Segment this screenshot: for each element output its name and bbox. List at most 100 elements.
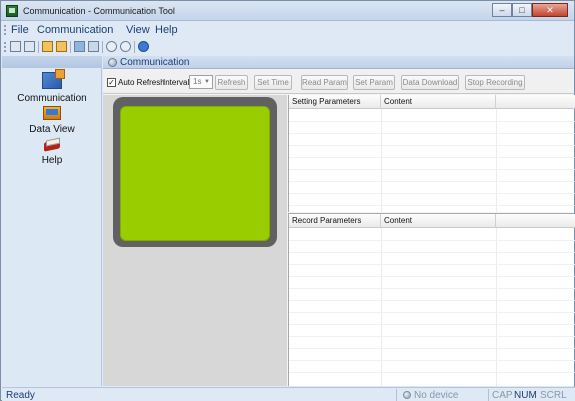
table-header: Setting Parameters Content bbox=[289, 95, 575, 109]
save-all-icon[interactable] bbox=[24, 41, 35, 52]
interval-select[interactable]: 1s ▼ bbox=[189, 75, 213, 89]
menubar-grip[interactable] bbox=[4, 25, 6, 35]
menu-bar: File Communication View Help bbox=[1, 22, 574, 38]
panel-status-icon bbox=[108, 58, 117, 67]
menu-communication[interactable]: Communication bbox=[37, 24, 113, 36]
toolbar-separator bbox=[38, 41, 39, 53]
menu-file[interactable]: File bbox=[11, 24, 29, 36]
table-row bbox=[289, 300, 575, 301]
stop-icon[interactable] bbox=[106, 41, 117, 52]
toolbar-grip[interactable] bbox=[4, 42, 6, 52]
save-icon[interactable] bbox=[10, 41, 21, 52]
minimize-button[interactable]: – bbox=[492, 3, 512, 17]
table-row bbox=[289, 312, 575, 313]
device-preview-pane bbox=[103, 95, 287, 386]
set-param-button[interactable]: Set Param bbox=[353, 75, 395, 90]
device-status-icon bbox=[403, 391, 411, 399]
table-row bbox=[289, 252, 575, 253]
communication-icon bbox=[42, 69, 65, 89]
data-download-button[interactable]: Data Download bbox=[401, 75, 459, 90]
toolbar-separator bbox=[134, 41, 135, 53]
table-row bbox=[289, 240, 575, 241]
sidebar-item-data-view[interactable]: Data View bbox=[2, 106, 102, 135]
read-param-button[interactable]: Read Param bbox=[301, 75, 348, 90]
status-separator bbox=[396, 389, 397, 401]
main-panel: Communication ✓ Auto Refresh Interval: 1… bbox=[103, 56, 575, 386]
close-button[interactable]: ✕ bbox=[532, 3, 568, 17]
table-row bbox=[289, 193, 575, 194]
sidebar-header bbox=[2, 56, 102, 68]
table-row bbox=[289, 372, 575, 373]
status-separator bbox=[488, 389, 489, 401]
status-bar: Ready No device CAP NUM SCRL bbox=[2, 387, 575, 401]
column-header-empty[interactable] bbox=[496, 214, 575, 228]
table-row bbox=[289, 348, 575, 349]
about-icon[interactable] bbox=[138, 41, 149, 52]
sidebar-item-help[interactable]: Help bbox=[2, 139, 102, 166]
sidebar-item-label: Help bbox=[41, 155, 63, 166]
chevron-down-icon: ▼ bbox=[204, 79, 210, 85]
table-row bbox=[289, 121, 575, 122]
status-device: No device bbox=[414, 390, 459, 401]
sidebar-item-label: Data View bbox=[29, 124, 75, 135]
record-parameters-table: Record Parameters Content bbox=[288, 213, 575, 386]
toolbar bbox=[1, 39, 574, 55]
table-row bbox=[289, 288, 575, 289]
maximize-button[interactable]: □ bbox=[512, 3, 532, 17]
data-view-icon bbox=[43, 106, 61, 120]
column-header-empty[interactable] bbox=[496, 95, 575, 109]
stop-recording-button[interactable]: Stop Recording bbox=[465, 75, 525, 90]
column-header-record-parameters[interactable]: Record Parameters bbox=[289, 214, 381, 228]
menu-view[interactable]: View bbox=[126, 24, 150, 36]
status-num-lock: NUM bbox=[514, 390, 537, 401]
copy-icon[interactable] bbox=[88, 41, 99, 52]
open-folder-icon[interactable] bbox=[42, 41, 53, 52]
setting-parameters-table: Setting Parameters Content bbox=[288, 95, 575, 212]
window-controls: – □ ✕ bbox=[492, 3, 568, 17]
table-row bbox=[289, 157, 575, 158]
sidebar-item-communication[interactable]: Communication bbox=[2, 69, 102, 104]
interval-value: 1s bbox=[193, 77, 202, 86]
column-divider bbox=[381, 109, 382, 212]
column-header-setting-parameters[interactable]: Setting Parameters bbox=[289, 95, 381, 109]
table-header: Record Parameters Content bbox=[289, 214, 575, 228]
panel-header: Communication bbox=[103, 56, 574, 69]
toolbar-separator bbox=[70, 41, 71, 53]
column-header-content[interactable]: Content bbox=[381, 214, 496, 228]
status-ready: Ready bbox=[6, 390, 35, 401]
help-book-icon bbox=[43, 139, 61, 151]
folder-icon[interactable] bbox=[56, 41, 67, 52]
device-screen-frame bbox=[113, 97, 277, 247]
refresh-icon[interactable] bbox=[120, 41, 131, 52]
table-row bbox=[289, 360, 575, 361]
table-row bbox=[289, 169, 575, 170]
table-row bbox=[289, 181, 575, 182]
menu-help[interactable]: Help bbox=[155, 24, 178, 36]
set-time-button[interactable]: Set Time bbox=[254, 75, 292, 90]
app-window: Communication - Communication Tool – □ ✕… bbox=[0, 0, 575, 401]
table-row bbox=[289, 133, 575, 134]
sidebar: Communication Data View Help bbox=[2, 56, 102, 386]
device-screen bbox=[120, 106, 270, 241]
app-icon bbox=[6, 5, 18, 17]
column-header-content[interactable]: Content bbox=[381, 95, 496, 109]
toolbar-separator bbox=[102, 41, 103, 53]
title-bar[interactable]: Communication - Communication Tool – □ ✕ bbox=[1, 1, 574, 21]
table-row bbox=[289, 145, 575, 146]
column-divider bbox=[496, 109, 497, 212]
refresh-button[interactable]: Refresh bbox=[215, 75, 248, 90]
print-icon[interactable] bbox=[74, 41, 85, 52]
table-row bbox=[289, 336, 575, 337]
interval-label: Interval: bbox=[163, 78, 192, 87]
window-title: Communication - Communication Tool bbox=[23, 6, 175, 16]
status-scroll-lock: SCRL bbox=[540, 390, 567, 401]
table-row bbox=[289, 276, 575, 277]
auto-refresh-label: Auto Refresh bbox=[118, 78, 165, 87]
control-bar: ✓ Auto Refresh Interval: 1s ▼ Refresh Se… bbox=[103, 70, 574, 94]
status-caps-lock: CAP bbox=[492, 390, 513, 401]
table-row bbox=[289, 264, 575, 265]
table-row bbox=[289, 324, 575, 325]
auto-refresh-checkbox[interactable]: ✓ bbox=[107, 78, 116, 87]
table-row bbox=[289, 205, 575, 206]
sidebar-item-label: Communication bbox=[17, 93, 87, 104]
